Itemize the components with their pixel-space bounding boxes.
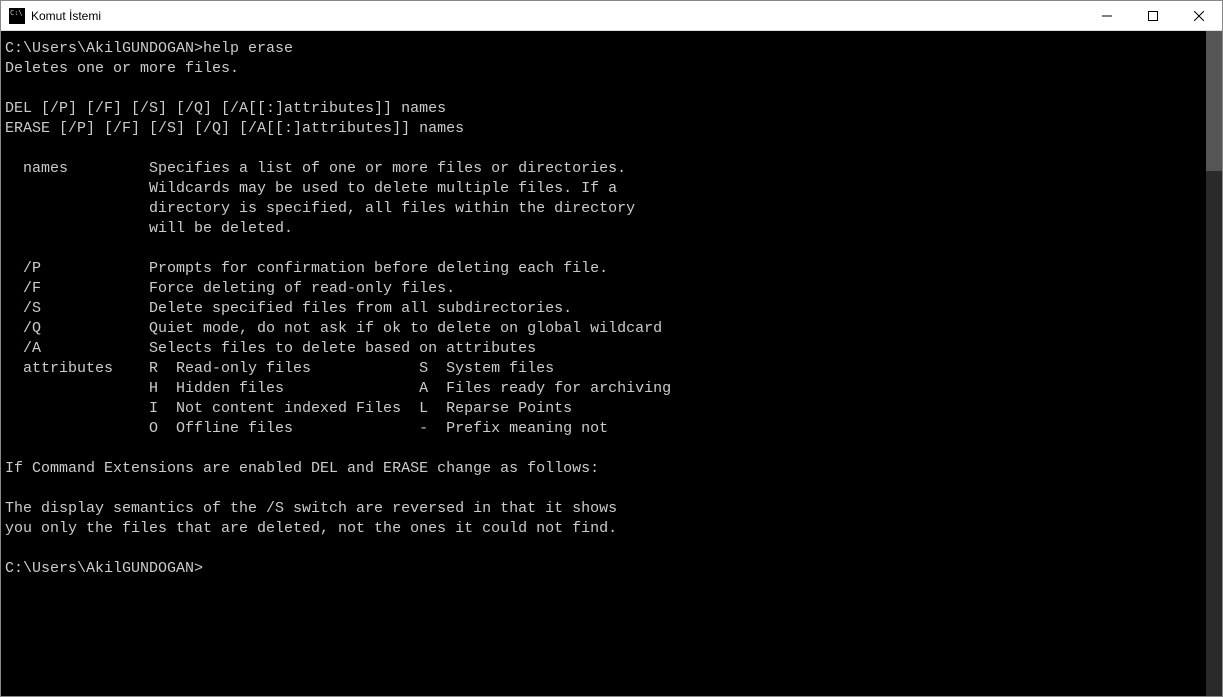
window-title: Komut İstemi xyxy=(31,9,101,23)
scrollbar-thumb[interactable] xyxy=(1206,31,1222,171)
prompt: C:\Users\AkilGUNDOGAN> xyxy=(5,560,203,577)
prompt: C:\Users\AkilGUNDOGAN> xyxy=(5,40,203,57)
maximize-button[interactable] xyxy=(1130,1,1176,30)
terminal-output: Deletes one or more files. DEL [/P] [/F]… xyxy=(5,60,671,537)
command-text: help erase xyxy=(203,40,293,57)
terminal-container: C:\Users\AkilGUNDOGAN>help erase Deletes… xyxy=(1,31,1222,696)
window-controls xyxy=(1084,1,1222,30)
scrollbar[interactable] xyxy=(1206,31,1222,696)
titlebar-left: Komut İstemi xyxy=(1,8,101,24)
cmd-icon xyxy=(9,8,25,24)
terminal[interactable]: C:\Users\AkilGUNDOGAN>help erase Deletes… xyxy=(1,31,1206,696)
window-titlebar[interactable]: Komut İstemi xyxy=(1,1,1222,31)
close-button[interactable] xyxy=(1176,1,1222,30)
minimize-button[interactable] xyxy=(1084,1,1130,30)
